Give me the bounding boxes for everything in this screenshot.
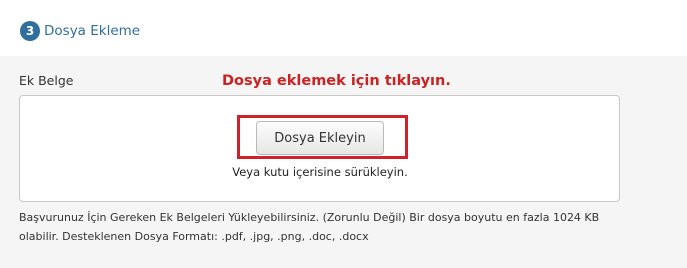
step-number-badge: 3 <box>20 21 40 41</box>
help-text-line-1: Başvurunuz İçin Gereken Ek Belgeleri Yük… <box>19 211 600 224</box>
drag-hint: Veya kutu içerisine sürükleyin. <box>232 165 408 179</box>
add-file-button[interactable]: Dosya Ekleyin <box>256 121 384 155</box>
step-title: Dosya Ekleme <box>44 23 141 39</box>
attachment-help-text: Başvurunuz İçin Gereken Ek Belgeleri Yük… <box>19 208 659 246</box>
click-hint-annotation: Dosya eklemek için tıklayın. <box>222 73 451 89</box>
attachment-label: Ek Belge <box>19 73 74 88</box>
step-header: 3 Dosya Ekleme <box>20 19 140 43</box>
help-text-line-2: olabilir. Desteklenen Dosya Formatı: .pd… <box>19 230 369 243</box>
